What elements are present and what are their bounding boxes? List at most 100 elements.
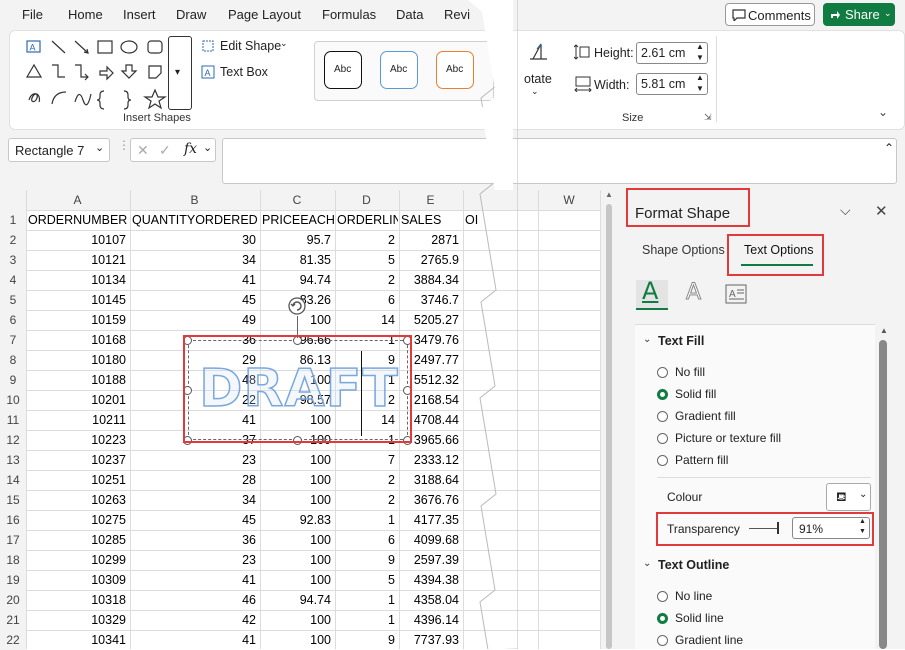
enter-icon[interactable]: ✓	[159, 142, 171, 159]
close-icon[interactable]: ✕	[875, 202, 888, 220]
table-cell[interactable]: 10329	[28, 610, 126, 630]
row-header[interactable]: 9	[0, 370, 26, 390]
dialog-launcher-icon[interactable]: ⇲	[704, 112, 712, 123]
table-cell[interactable]: 4099.68	[401, 530, 459, 550]
row-header[interactable]: 16	[0, 510, 26, 530]
shape-style-2[interactable]: Abc	[380, 51, 418, 89]
table-cell[interactable]: 5	[337, 250, 395, 270]
table-cell[interactable]: 100	[262, 470, 331, 490]
table-cell[interactable]: 100	[262, 570, 331, 590]
row-header[interactable]: 22	[0, 630, 26, 650]
table-cell[interactable]: 10309	[28, 570, 126, 590]
table-cell[interactable]: 2	[337, 490, 395, 510]
column-header-e[interactable]: E	[399, 190, 462, 210]
row-header[interactable]: 7	[0, 330, 26, 350]
table-cell[interactable]: 10251	[28, 470, 126, 490]
table-cell[interactable]: 4358.04	[401, 590, 459, 610]
formula-input[interactable]: ⌃	[222, 138, 897, 184]
table-cell[interactable]: 94.74	[262, 270, 331, 290]
row-header[interactable]: 18	[0, 550, 26, 570]
scroll-thumb[interactable]	[606, 204, 612, 649]
row-header[interactable]: 5	[0, 290, 26, 310]
collapse-ribbon-icon[interactable]: ⌄	[878, 105, 888, 119]
table-cell[interactable]: 5205.27	[401, 310, 459, 330]
table-cell[interactable]: 10180	[28, 350, 126, 370]
table-cell[interactable]: 45	[132, 290, 256, 310]
scroll-up-icon[interactable]: ▲	[605, 190, 613, 199]
shapes-gallery-more-button[interactable]: ▾	[168, 36, 192, 110]
table-cell[interactable]: 34	[132, 490, 256, 510]
table-cell[interactable]: 3676.76	[401, 490, 459, 510]
edit-shape-button[interactable]: Edit Shape ⌄	[200, 38, 292, 56]
gradient-line-label[interactable]: Gradient line	[675, 633, 743, 647]
spin-up-icon[interactable]: ▲	[696, 42, 704, 51]
row-header[interactable]: 20	[0, 590, 26, 610]
table-cell[interactable]: 6	[337, 530, 395, 550]
row-header[interactable]: 4	[0, 270, 26, 290]
table-cell[interactable]: 2	[337, 230, 395, 250]
table-cell[interactable]: 10145	[28, 290, 126, 310]
table-cell[interactable]: 4396.14	[401, 610, 459, 630]
column-header-b[interactable]: B	[130, 190, 259, 210]
collapse-formula-bar-icon[interactable]: ⌃	[884, 141, 894, 155]
table-cell[interactable]: 41	[132, 630, 256, 650]
table-cell[interactable]: 7737.93	[401, 630, 459, 650]
header-cell-ordernumber[interactable]: ORDERNUMBER	[28, 210, 129, 230]
table-cell[interactable]: 2	[337, 270, 395, 290]
pattern-fill-label[interactable]: Pattern fill	[675, 453, 728, 467]
row-header[interactable]: 8	[0, 350, 26, 370]
header-cell-orderlinenumber[interactable]: ORDERLIN	[337, 210, 398, 230]
table-cell[interactable]: 3884.34	[401, 270, 459, 290]
radio-picture-fill[interactable]	[657, 433, 668, 444]
table-cell[interactable]: 100	[262, 610, 331, 630]
colour-picker-button[interactable]: ⛾ ⌄	[826, 483, 871, 511]
name-box[interactable]: Rectangle 7 ⌄	[8, 138, 110, 162]
table-cell[interactable]: 100	[262, 630, 331, 650]
table-cell[interactable]: 5	[337, 570, 395, 590]
row-header[interactable]: 2	[0, 230, 26, 250]
table-cell[interactable]: 10223	[28, 430, 126, 450]
table-cell[interactable]: 42	[132, 610, 256, 630]
table-cell[interactable]: 10159	[28, 310, 126, 330]
table-cell[interactable]: 10121	[28, 250, 126, 270]
column-header-a[interactable]: A	[26, 190, 129, 210]
radio-gradient-line[interactable]	[657, 635, 668, 646]
table-cell[interactable]: 92.83	[262, 510, 331, 530]
tab-formulas[interactable]: Formulas	[322, 7, 376, 22]
grid-vertical-scrollbar[interactable]: ▲	[600, 190, 617, 649]
table-cell[interactable]: 10107	[28, 230, 126, 250]
table-cell[interactable]: 41	[132, 270, 256, 290]
table-cell[interactable]: 4177.35	[401, 510, 459, 530]
column-header-w[interactable]: W	[538, 190, 600, 210]
table-cell[interactable]: 36	[132, 530, 256, 550]
table-cell[interactable]: 2871	[401, 230, 459, 250]
radio-gradient-fill[interactable]	[657, 411, 668, 422]
table-cell[interactable]: 100	[262, 530, 331, 550]
table-cell[interactable]: 10134	[28, 270, 126, 290]
table-cell[interactable]: 100	[262, 450, 331, 470]
text-fill-outline-category[interactable]: A	[636, 277, 668, 310]
table-cell[interactable]: 2597.39	[401, 550, 459, 570]
solid-fill-label[interactable]: Solid fill	[675, 387, 716, 401]
tab-draw[interactable]: Draw	[176, 7, 206, 22]
table-cell[interactable]: 4394.38	[401, 570, 459, 590]
table-cell[interactable]: 1	[337, 510, 395, 530]
table-cell[interactable]: 9	[337, 550, 395, 570]
table-cell[interactable]: 34	[132, 250, 256, 270]
chevron-down-icon[interactable]: ⌵	[840, 202, 851, 219]
table-cell[interactable]: 1	[337, 610, 395, 630]
table-cell[interactable]: 10168	[28, 330, 126, 350]
radio-no-line[interactable]	[657, 591, 668, 602]
table-cell[interactable]: 23	[132, 450, 256, 470]
no-line-label[interactable]: No line	[675, 589, 712, 603]
column-header-d[interactable]: D	[335, 190, 398, 210]
collapse-icon[interactable]: ⌄	[643, 334, 651, 345]
table-cell[interactable]: 14	[337, 310, 395, 330]
row-header[interactable]: 10	[0, 390, 26, 410]
tab-page-layout[interactable]: Page Layout	[228, 7, 301, 22]
tab-file[interactable]: File	[22, 7, 43, 22]
row-header[interactable]: 17	[0, 530, 26, 550]
table-cell[interactable]: 41	[132, 570, 256, 590]
header-cell-priceeach[interactable]: PRICEEACH	[262, 210, 334, 230]
shape-style-1[interactable]: Abc	[324, 51, 362, 89]
